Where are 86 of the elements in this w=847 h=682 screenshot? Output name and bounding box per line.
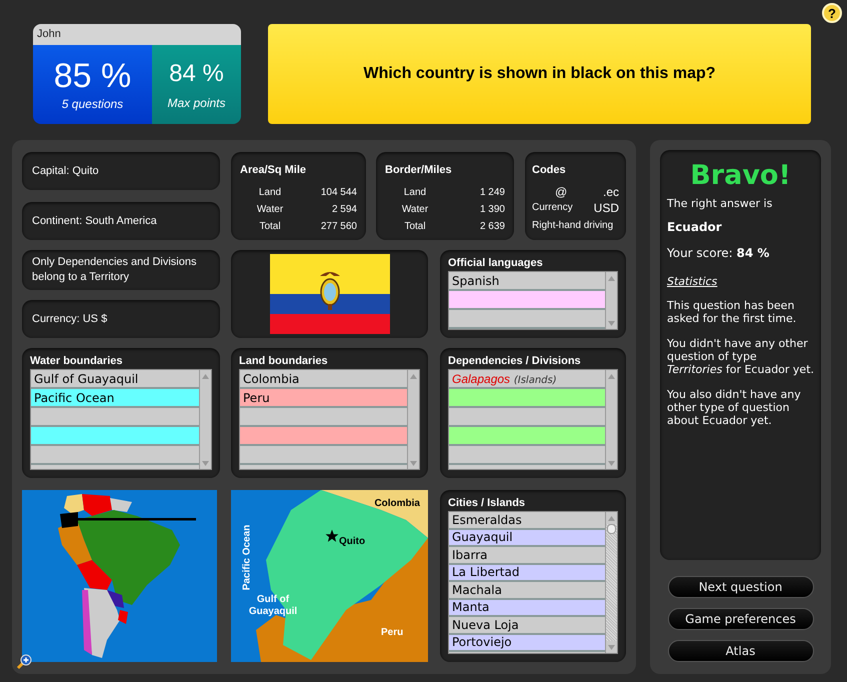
- scroll-down-icon[interactable]: [608, 460, 615, 466]
- list-row[interactable]: [449, 427, 605, 446]
- scrollbar[interactable]: [199, 370, 211, 469]
- scroll-up-icon[interactable]: [410, 374, 417, 378]
- map-label: Pacific Ocean: [240, 524, 254, 592]
- codes-title: Codes: [532, 163, 567, 178]
- code-label: Currency: [532, 201, 573, 215]
- scrollbar[interactable]: [605, 370, 617, 469]
- statistics-link[interactable]: Statistics: [667, 275, 718, 288]
- star-icon: [325, 529, 339, 543]
- stat-value: 2 594: [332, 202, 357, 216]
- fact-text: Currency: US $: [32, 312, 108, 326]
- stat-label: Total: [258, 220, 282, 234]
- scroll-down-icon[interactable]: [608, 644, 615, 650]
- score-value: 85 %: [54, 56, 132, 94]
- scrollbar[interactable]: [605, 272, 617, 329]
- help-button[interactable]: ?: [822, 3, 842, 23]
- list-title: Dependencies / Divisions: [448, 354, 582, 369]
- your-score: Your score: 84 %: [667, 247, 770, 260]
- max-caption: Max points: [167, 95, 226, 112]
- stat-label: Land: [258, 186, 282, 200]
- score-caption: 5 questions: [62, 96, 124, 112]
- list-row[interactable]: [240, 427, 407, 446]
- player-name: John: [33, 24, 241, 45]
- stat-value: 277 560: [320, 220, 357, 234]
- map-label: Quito: [339, 535, 366, 549]
- scroll-down-icon[interactable]: [608, 320, 615, 326]
- action-button[interactable]: Atlas: [668, 640, 814, 662]
- list-row[interactable]: La Libertad: [449, 564, 605, 582]
- list-title: Cities / Islands: [448, 496, 526, 511]
- list-row[interactable]: Pacific Ocean: [31, 389, 199, 408]
- list-title: Land boundaries: [239, 354, 329, 369]
- correct-answer: Ecuador: [667, 221, 723, 234]
- question-text: Which country is shown in black on this map?: [363, 64, 716, 84]
- list-row[interactable]: Machala: [449, 582, 605, 600]
- fact-text: Continent: South America: [32, 214, 157, 228]
- zoom-in-icon[interactable]: [16, 654, 32, 670]
- list-row[interactable]: Ibarra: [449, 547, 605, 564]
- scroll-down-icon[interactable]: [410, 460, 417, 466]
- scroll-up-icon[interactable]: [608, 276, 615, 280]
- list-row[interactable]: Peru: [240, 389, 407, 408]
- scroll-up-icon[interactable]: [608, 516, 615, 520]
- list-row[interactable]: Manta: [449, 600, 605, 617]
- scrollbar[interactable]: [605, 512, 617, 653]
- stat-title: Border/Miles: [385, 163, 453, 178]
- code-value: .ec: [602, 184, 619, 200]
- stat-value: 1 249: [480, 186, 505, 200]
- stat-value: 1 390: [480, 202, 505, 216]
- list-row[interactable]: Portoviejo: [449, 634, 605, 652]
- map-label: Colombia: [374, 497, 420, 511]
- result-paragraph: You didn't have any other question of type Territories for Ecuador yet.: [667, 337, 814, 376]
- stat-value: 2 639: [480, 220, 505, 234]
- result-intro: The right answer is: [667, 197, 774, 210]
- code-label: @: [554, 184, 568, 200]
- list-row[interactable]: [31, 427, 199, 446]
- fact-text: Only Dependencies and Divisions belong to a Territory: [32, 255, 198, 285]
- list-row[interactable]: [449, 389, 605, 408]
- action-button[interactable]: Next question: [668, 576, 814, 598]
- fact-text: Capital: Quito: [32, 164, 99, 178]
- list-title: Water boundaries: [30, 354, 124, 369]
- list-row[interactable]: [449, 291, 605, 310]
- scroll-up-icon[interactable]: [202, 374, 209, 378]
- stat-label: Land: [402, 186, 428, 200]
- action-button[interactable]: Game preferences: [668, 608, 814, 630]
- stat-title: Area/Sq Mile: [240, 163, 308, 178]
- scroll-thumb[interactable]: [607, 524, 616, 534]
- map-label: Peru: [381, 626, 404, 640]
- result-headline: Bravo!: [689, 160, 792, 192]
- list-row[interactable]: Esmeraldas: [449, 512, 605, 530]
- scroll-down-icon[interactable]: [202, 460, 209, 466]
- result-paragraph: You also didn't have any other type of question about Ecuador yet.: [667, 388, 802, 427]
- stat-value: 104 544: [320, 186, 357, 200]
- list-row-text: Galapagos (Islands): [452, 370, 557, 388]
- map-label: Gulf of Guayaquil: [248, 594, 298, 618]
- stat-label: Water: [256, 202, 284, 216]
- stat-label: Water: [400, 202, 430, 216]
- list-title: Official languages: [448, 256, 544, 271]
- code-value: USD: [594, 200, 619, 216]
- list-row[interactable]: Nueva Loja: [449, 617, 605, 634]
- result-paragraph: This question has been asked for the first time.: [667, 299, 798, 325]
- scrollbar[interactable]: [407, 370, 419, 469]
- list-row[interactable]: Guayaquil: [449, 530, 605, 547]
- scroll-up-icon[interactable]: [608, 374, 615, 378]
- driving-side: Right-hand driving: [532, 218, 614, 232]
- max-value: 84 %: [169, 59, 224, 89]
- stat-label: Total: [403, 220, 427, 234]
